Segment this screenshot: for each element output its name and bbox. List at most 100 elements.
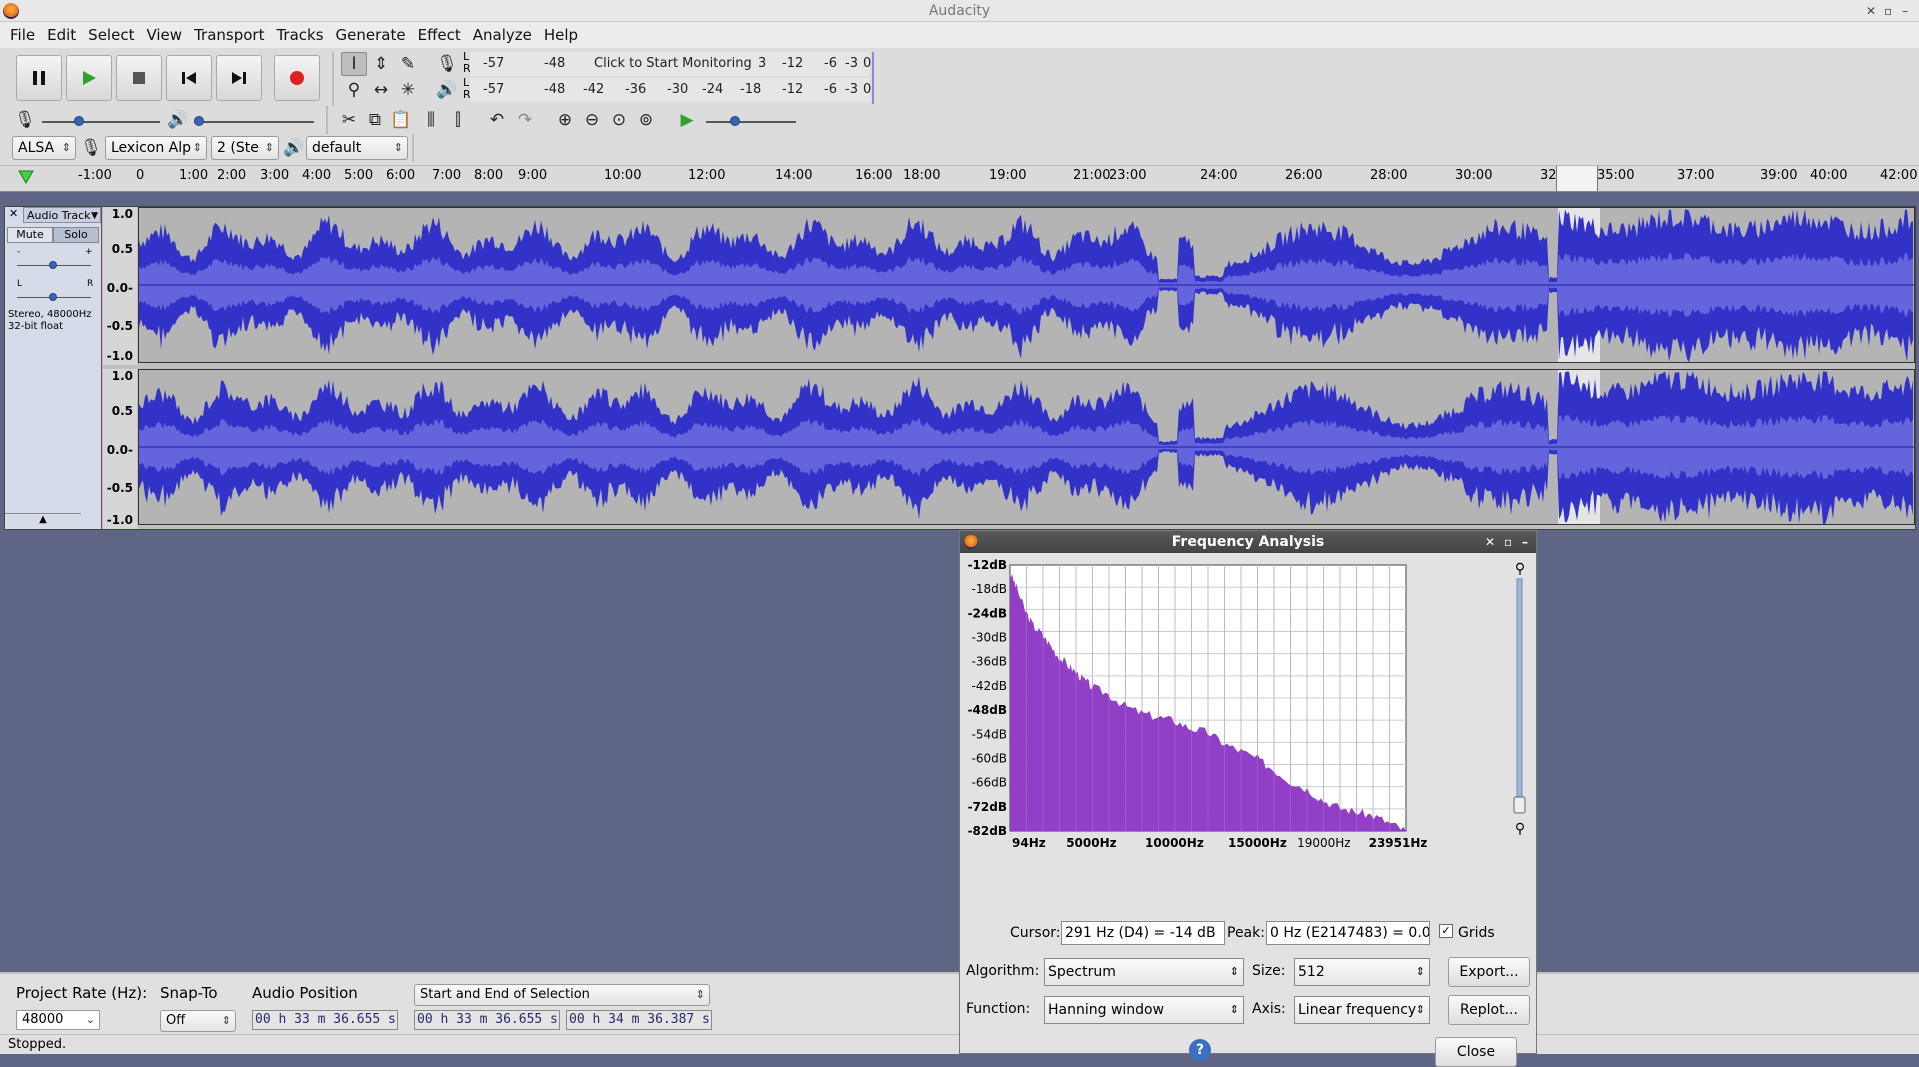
redo-icon[interactable]: ↷ — [512, 108, 538, 132]
axis-select[interactable]: Linear frequency ⇕ — [1294, 996, 1430, 1024]
zoom-out-icon[interactable]: ⚲ — [1515, 821, 1525, 837]
menu-select[interactable]: Select — [82, 26, 140, 44]
playback-volume-knob[interactable] — [194, 116, 204, 126]
menu-generate[interactable]: Generate — [330, 26, 412, 44]
audio-host-select[interactable]: ALSA ⇕ — [12, 136, 76, 160]
left-channel-waveform[interactable] — [138, 207, 1915, 363]
selection-end-time[interactable]: 00 h 34 m 36.387 s — [566, 1010, 712, 1030]
play-button[interactable] — [66, 55, 112, 101]
close-dialog-icon[interactable]: ✕ — [1485, 531, 1495, 553]
close-button[interactable]: Close — [1435, 1037, 1517, 1067]
recording-volume-knob[interactable] — [74, 116, 84, 126]
fit-selection-icon[interactable]: ⊙ — [606, 108, 632, 132]
record-meter-microphone-icon[interactable]: 🎙 — [434, 52, 460, 76]
fit-project-icon[interactable]: ⊚ — [633, 108, 659, 132]
record-icon — [290, 71, 304, 85]
silence-icon[interactable]: ⫿ — [445, 108, 471, 132]
menu-effect[interactable]: Effect — [412, 26, 467, 44]
playback-volume-slider[interactable] — [194, 121, 314, 123]
zoom-tool-icon[interactable]: ⚲ — [341, 78, 367, 102]
selection-start-time[interactable]: 00 h 33 m 36.655 s — [414, 1010, 560, 1030]
recording-meter[interactable]: -57 -48 Click to Start Monitoring 3 -12 … — [470, 52, 871, 76]
record-button[interactable] — [274, 55, 320, 101]
time-shift-tool-icon[interactable]: ↔ — [368, 78, 394, 102]
minimize-window-icon[interactable]: – — [1902, 0, 1908, 22]
vertical-zoom-knob[interactable] — [1513, 796, 1526, 814]
close-track-icon[interactable]: ✕ — [9, 207, 18, 220]
menu-analyze[interactable]: Analyze — [467, 26, 538, 44]
algorithm-select[interactable]: Spectrum ⇕ — [1044, 958, 1244, 986]
grids-checkbox[interactable]: ✓ — [1439, 924, 1453, 938]
timeline-ruler[interactable]: -1:00 0 1:00 2:00 3:00 4:00 5:00 6:00 7:00 8:00 9:… — [0, 166, 1919, 192]
meter-tick: -36 — [625, 82, 647, 97]
play-head-triangle-icon[interactable] — [18, 170, 34, 184]
recording-channels-select[interactable]: 2 (Ste ⇕ — [211, 136, 279, 160]
copy-icon[interactable]: ⧉ — [362, 108, 388, 132]
menu-transport[interactable]: Transport — [188, 26, 270, 44]
skip-to-end-button[interactable] — [216, 55, 262, 101]
zoom-in-icon[interactable]: ⚲ — [1515, 561, 1525, 577]
play-speed-slider[interactable] — [706, 121, 796, 123]
scale-label: 0.0- — [106, 281, 133, 295]
menu-tracks[interactable]: Tracks — [270, 26, 329, 44]
menu-view[interactable]: View — [140, 26, 188, 44]
waveform-left[interactable] — [139, 208, 1914, 363]
play-speed-knob[interactable] — [730, 116, 740, 126]
cut-icon[interactable]: ✂ — [336, 108, 362, 132]
right-channel-waveform[interactable] — [138, 369, 1915, 525]
function-select[interactable]: Hanning window ⇕ — [1044, 996, 1244, 1024]
vertical-zoom-slider[interactable] — [1516, 578, 1523, 806]
play-at-speed-icon[interactable]: ▶ — [674, 108, 700, 132]
audio-host-value: ALSA — [18, 140, 55, 156]
draw-tool-icon[interactable]: ✎ — [395, 52, 421, 76]
click-to-start-monitoring[interactable]: Click to Start Monitoring — [594, 56, 752, 71]
minimize-dialog-icon[interactable]: – — [1522, 531, 1528, 553]
menu-file[interactable]: File — [4, 26, 41, 44]
y-tick-label: -82dB — [968, 824, 1007, 838]
cursor-field[interactable]: 291 Hz (D4) = -14 dB — [1061, 921, 1225, 945]
help-icon[interactable]: ? — [1189, 1039, 1211, 1061]
maximize-dialog-icon[interactable]: ▫ — [1504, 531, 1512, 553]
menu-help[interactable]: Help — [538, 26, 584, 44]
vertical-scale-bottom[interactable]: 1.0 0.5 0.0- -0.5 -1.0 — [103, 369, 137, 529]
gain-knob[interactable] — [49, 261, 57, 269]
vertical-scale-top[interactable]: 1.0 0.5 0.0- -0.5 -1.0 — [103, 207, 137, 365]
export-button[interactable]: Export... — [1448, 957, 1530, 987]
close-window-icon[interactable]: ✕ — [1866, 0, 1876, 22]
multi-tool-icon[interactable]: ✳ — [395, 78, 421, 102]
audio-position-time[interactable]: 00 h 33 m 36.655 s — [252, 1010, 398, 1030]
size-select[interactable]: 512 ⇕ — [1294, 958, 1430, 986]
stop-button[interactable] — [116, 55, 162, 101]
peak-field[interactable]: 0 Hz (E2147483) = 0.0 — [1266, 921, 1430, 945]
mute-button[interactable]: Mute — [7, 227, 53, 243]
skip-to-start-button[interactable] — [166, 55, 212, 101]
zoom-out-icon[interactable]: ⊖ — [579, 108, 605, 132]
recording-volume-slider[interactable] — [42, 121, 160, 123]
ruler-tick-label: 39:00 — [1760, 168, 1798, 183]
recording-device-select[interactable]: Lexicon Alp ⇕ — [105, 136, 207, 160]
playback-device-select[interactable]: default ⇕ — [306, 136, 408, 160]
playback-meter[interactable]: -57 -48 -42 -36 -30 -24 -18 -12 -6 -3 0 — [470, 78, 871, 102]
replot-button[interactable]: Replot... — [1448, 995, 1530, 1025]
ruler-selection-marker[interactable] — [1556, 166, 1598, 191]
selection-mode-select[interactable]: Start and End of Selection ⇕ — [414, 984, 710, 1006]
selection-tool-icon[interactable]: I — [341, 52, 367, 76]
zoom-in-icon[interactable]: ⊕ — [552, 108, 578, 132]
solo-button[interactable]: Solo — [53, 227, 99, 243]
spectrum-plot[interactable]: -12dB -18dB -24dB -30dB -36dB -42dB -48dB -54dB… — [960, 555, 1536, 855]
menu-edit[interactable]: Edit — [41, 26, 82, 44]
snap-to-select[interactable]: Off ⇕ — [160, 1010, 236, 1032]
trim-icon[interactable]: ⫼ — [418, 108, 444, 132]
track-name-menu[interactable]: Audio Track ▼ — [23, 207, 101, 223]
envelope-tool-icon[interactable]: ⇕ — [368, 52, 394, 76]
maximize-window-icon[interactable]: ▫ — [1884, 0, 1892, 22]
waveform-right[interactable] — [139, 370, 1914, 525]
paste-icon[interactable]: 📋 — [388, 108, 414, 132]
dialog-titlebar[interactable]: Frequency Analysis ✕ ▫ – — [960, 531, 1536, 553]
pause-button[interactable] — [16, 55, 62, 101]
project-rate-select[interactable]: 48000 ⌄ — [16, 1010, 100, 1030]
collapse-track-icon[interactable]: ▲ — [5, 513, 81, 529]
undo-icon[interactable]: ↶ — [484, 108, 510, 132]
pan-knob[interactable] — [49, 293, 57, 301]
playback-meter-speaker-icon[interactable]: 🔊 — [434, 78, 460, 102]
